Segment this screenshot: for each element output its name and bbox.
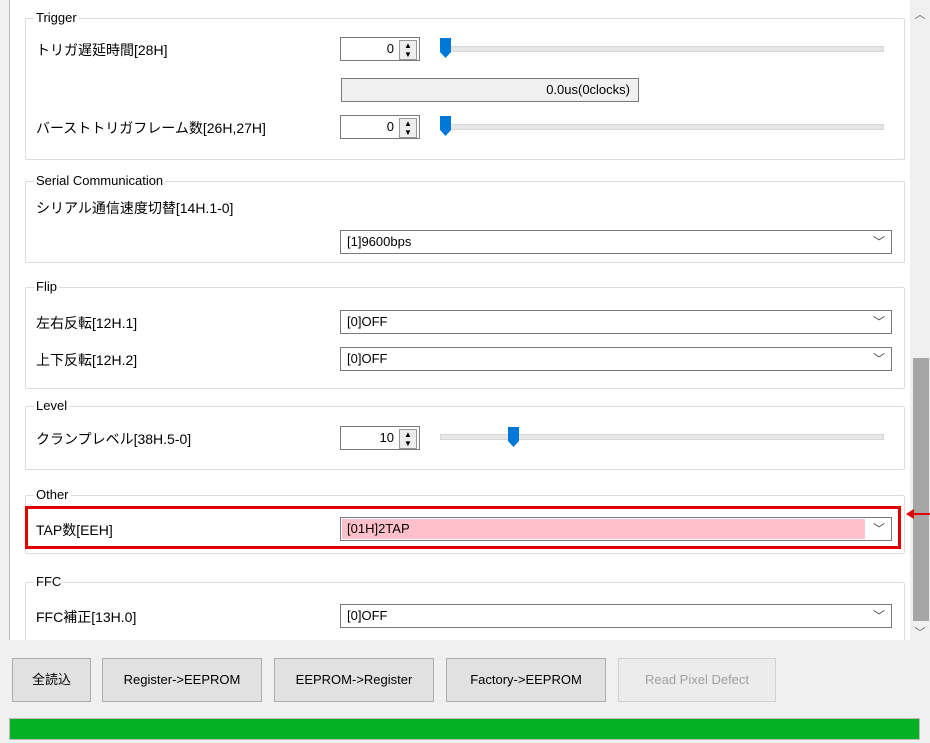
- trigger-delay-value: 0: [386, 41, 394, 56]
- trigger-delay-label: トリガ遅延時間[28H]: [36, 42, 168, 58]
- trigger-group-title: Trigger: [34, 10, 79, 25]
- burst-frames-label: バーストトリガフレーム数[26H,27H]: [36, 120, 266, 136]
- spinner-updown-icon[interactable]: ▲ ▼: [399, 40, 417, 60]
- read-pixel-defect-button[interactable]: Read Pixel Defect: [618, 658, 776, 702]
- other-group-title: Other: [34, 487, 71, 502]
- ffc-group-title: FFC: [34, 574, 64, 589]
- flip-group: [25, 287, 905, 389]
- flip-ud-select[interactable]: [0]OFF ﹀: [340, 347, 892, 371]
- progress-bar: [9, 718, 920, 740]
- chevron-down-icon: ﹀: [872, 235, 885, 249]
- burst-frames-slider-track[interactable]: [440, 124, 884, 130]
- tap-count-highlight-box: [25, 506, 901, 549]
- clamp-level-value: 10: [379, 430, 394, 445]
- scrollbar-thumb[interactable]: [913, 358, 929, 621]
- flip-ud-label: 上下反転[12H.2]: [36, 352, 138, 368]
- chevron-down-icon: ﹀: [872, 315, 885, 329]
- serial-speed-select[interactable]: [1]9600bps ﹀: [340, 230, 892, 254]
- trigger-delay-slider-track[interactable]: [440, 46, 884, 52]
- serial-speed-value: [1]9600bps: [347, 234, 412, 249]
- spinner-updown-icon[interactable]: ▲ ▼: [399, 429, 417, 449]
- chevron-down-icon: ﹀: [872, 352, 885, 366]
- spinner-updown-icon[interactable]: ▲ ▼: [399, 118, 417, 138]
- callout-arrow-icon: [906, 509, 930, 519]
- ffc-correction-value: [0]OFF: [347, 608, 388, 623]
- ffc-correction-select[interactable]: [0]OFF ﹀: [340, 604, 892, 628]
- serial-speed-label: シリアル通信速度切替[14H.1-0]: [36, 200, 234, 216]
- scroll-down-arrow-icon[interactable]: ﹀: [912, 624, 928, 642]
- trigger-delay-readout-text: 0.0us(0clocks): [546, 82, 630, 97]
- ffc-correction-label: FFC補正[13H.0]: [36, 609, 137, 625]
- flip-lr-select[interactable]: [0]OFF ﹀: [340, 310, 892, 334]
- flip-group-title: Flip: [34, 279, 59, 294]
- burst-frames-value: 0: [386, 119, 394, 134]
- clamp-level-slider-track[interactable]: [440, 434, 884, 440]
- trigger-delay-readout: 0.0us(0clocks): [341, 78, 639, 102]
- trigger-delay-spinner[interactable]: 0 ▲ ▼: [340, 37, 420, 61]
- burst-frames-spinner[interactable]: 0 ▲ ▼: [340, 115, 420, 139]
- flip-ud-value: [0]OFF: [347, 351, 388, 366]
- serial-group-title: Serial Communication: [34, 173, 166, 188]
- clamp-level-label: クランプレベル[38H.5-0]: [36, 431, 192, 447]
- level-group-title: Level: [34, 398, 70, 413]
- scroll-up-arrow-icon[interactable]: ︿: [912, 6, 928, 24]
- register-to-eeprom-button[interactable]: Register->EEPROM: [102, 658, 262, 702]
- read-all-button[interactable]: 全読込: [12, 658, 91, 702]
- factory-to-eeprom-button[interactable]: Factory->EEPROM: [446, 658, 606, 702]
- clamp-level-spinner[interactable]: 10 ▲ ▼: [340, 426, 420, 450]
- chevron-down-icon: ﹀: [872, 609, 885, 623]
- flip-lr-value: [0]OFF: [347, 314, 388, 329]
- flip-lr-label: 左右反転[12H.1]: [36, 315, 138, 331]
- vertical-scrollbar[interactable]: ︿ ﹀: [910, 0, 930, 640]
- eeprom-to-register-button[interactable]: EEPROM->Register: [274, 658, 434, 702]
